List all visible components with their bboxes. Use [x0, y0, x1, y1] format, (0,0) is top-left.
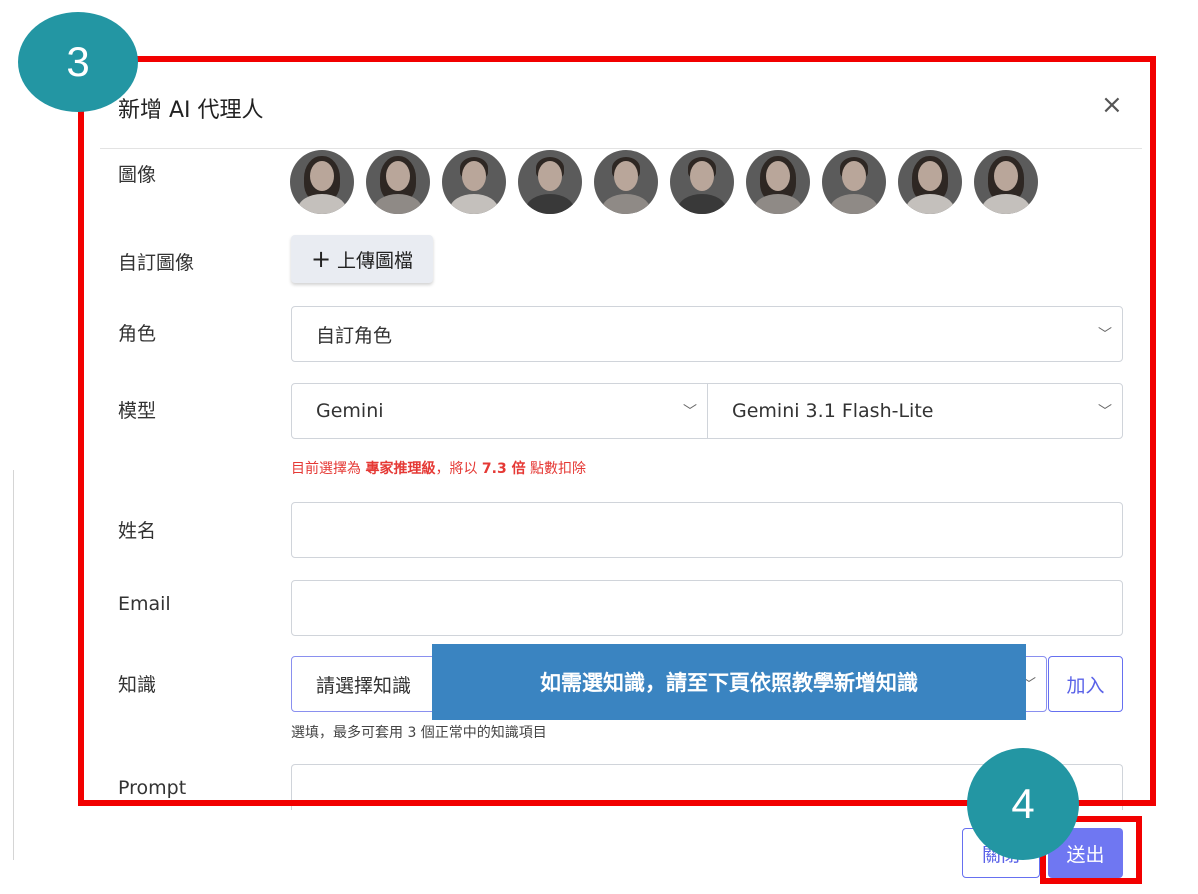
plus-icon: + [310, 245, 332, 273]
custom-image-label: 自訂圖像 [118, 252, 195, 274]
chevron-down-icon: ﹀ [1098, 404, 1112, 420]
close-icon[interactable]: × [1101, 90, 1123, 120]
avatar-4[interactable] [518, 150, 582, 214]
role-label: 角色 [118, 323, 157, 345]
knowledge-add-button[interactable]: 加入 [1048, 656, 1123, 712]
prompt-label: Prompt [118, 777, 187, 799]
avatar-1[interactable] [290, 150, 354, 214]
avatar-9[interactable] [898, 150, 962, 214]
knowledge-label: 知識 [118, 674, 157, 696]
model-provider-value: Gemini [316, 400, 384, 422]
avatar-8[interactable] [822, 150, 886, 214]
knowledge-helper-text: 選填，最多可套用 3 個正常中的知識項目 [291, 725, 547, 741]
model-provider-select[interactable]: Gemini ﹀ [291, 383, 708, 439]
modal-title: 新增 AI 代理人 [118, 98, 264, 123]
role-select[interactable]: 自訂角色 ﹀ [291, 306, 1123, 362]
avatar-2[interactable] [366, 150, 430, 214]
pricing-notice: 目前選擇為 專家推理級，將以 7.3 倍 點數扣除 [291, 461, 587, 477]
tutorial-tooltip: 如需選知識，請至下頁依照教學新增知識 [432, 644, 1026, 720]
name-input[interactable] [291, 502, 1123, 558]
background-panel-edge [0, 470, 14, 860]
chevron-down-icon: ﹀ [1098, 327, 1112, 343]
avatar-5[interactable] [594, 150, 658, 214]
role-select-value: 自訂角色 [316, 324, 393, 347]
image-label: 圖像 [118, 164, 157, 186]
avatar-picker [290, 150, 1038, 214]
step-badge-3: 3 [18, 12, 138, 112]
email-label: Email [118, 593, 171, 615]
model-version-value: Gemini 3.1 Flash-Lite [732, 400, 934, 422]
avatar-10[interactable] [974, 150, 1038, 214]
avatar-7[interactable] [746, 150, 810, 214]
model-label: 模型 [118, 400, 157, 422]
avatar-3[interactable] [442, 150, 506, 214]
knowledge-select-value: 請選擇知識 [316, 674, 412, 697]
upload-image-button[interactable]: + 上傳圖檔 [291, 235, 433, 283]
email-input[interactable] [291, 580, 1123, 636]
avatar-6[interactable] [670, 150, 734, 214]
chevron-down-icon: ﹀ [683, 404, 697, 420]
name-label: 姓名 [118, 520, 157, 542]
step-badge-4: 4 [967, 748, 1079, 860]
upload-image-label: 上傳圖檔 [337, 249, 414, 272]
header-divider [100, 148, 1142, 149]
model-version-select[interactable]: Gemini 3.1 Flash-Lite ﹀ [707, 383, 1123, 439]
